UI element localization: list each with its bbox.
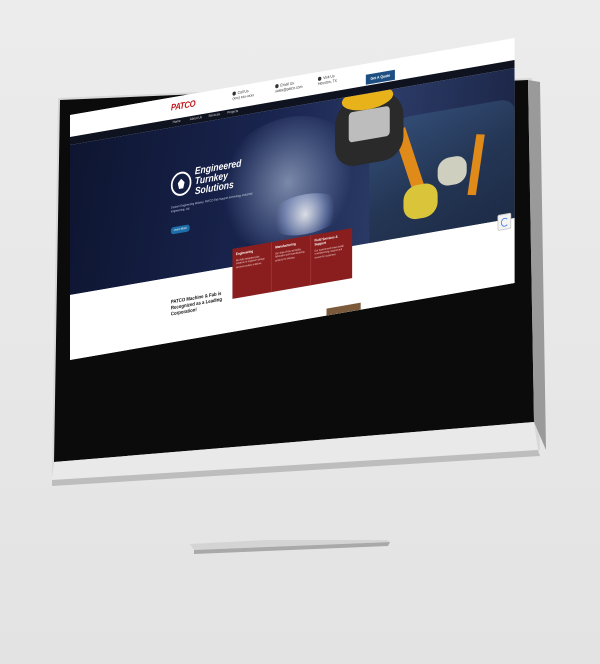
nav-item-about[interactable]: About Us [190, 115, 202, 121]
service-card-manufacturing[interactable]: Manufacturing Our state-of-the-art facil… [271, 235, 312, 293]
site-logo[interactable]: PATCO [171, 98, 196, 112]
nav-item-services[interactable]: Services [209, 112, 220, 118]
recaptcha-icon[interactable] [497, 212, 512, 231]
nav-item-projects[interactable]: Projects [227, 109, 238, 115]
hero-learn-more-button[interactable]: Learn More [170, 224, 190, 235]
nav-item-home[interactable]: Home [173, 119, 181, 124]
gear-logo-icon [170, 169, 192, 198]
recognition-heading: PATCO Machine & Fab is Recognized as a L… [170, 290, 222, 318]
card-text: Our fully integrated pipe solutions to e… [235, 255, 265, 270]
contact-value: sales@patco.com [275, 83, 303, 94]
contact-phone[interactable]: Call Us (xxx) xxx-xxxx [232, 87, 254, 101]
service-card-engineering[interactable]: Engineering Our fully integrated pipe so… [232, 242, 272, 299]
card-text: Our experienced crews install commission… [314, 244, 344, 260]
monitor-stand [180, 468, 420, 625]
service-card-field-services[interactable]: Field Services & Support Our experienced… [311, 228, 350, 285]
contact-email[interactable]: Email Us sales@patco.com [275, 79, 303, 94]
image-strip [326, 302, 361, 316]
contact-location[interactable]: Visit Us Houston, TX [317, 73, 337, 86]
card-text: Our state-of-the-art facility fabricatio… [275, 248, 305, 263]
imac-monitor: PATCO Call Us (xxx) xxx-xxxx Email Us sa… [40, 38, 560, 554]
